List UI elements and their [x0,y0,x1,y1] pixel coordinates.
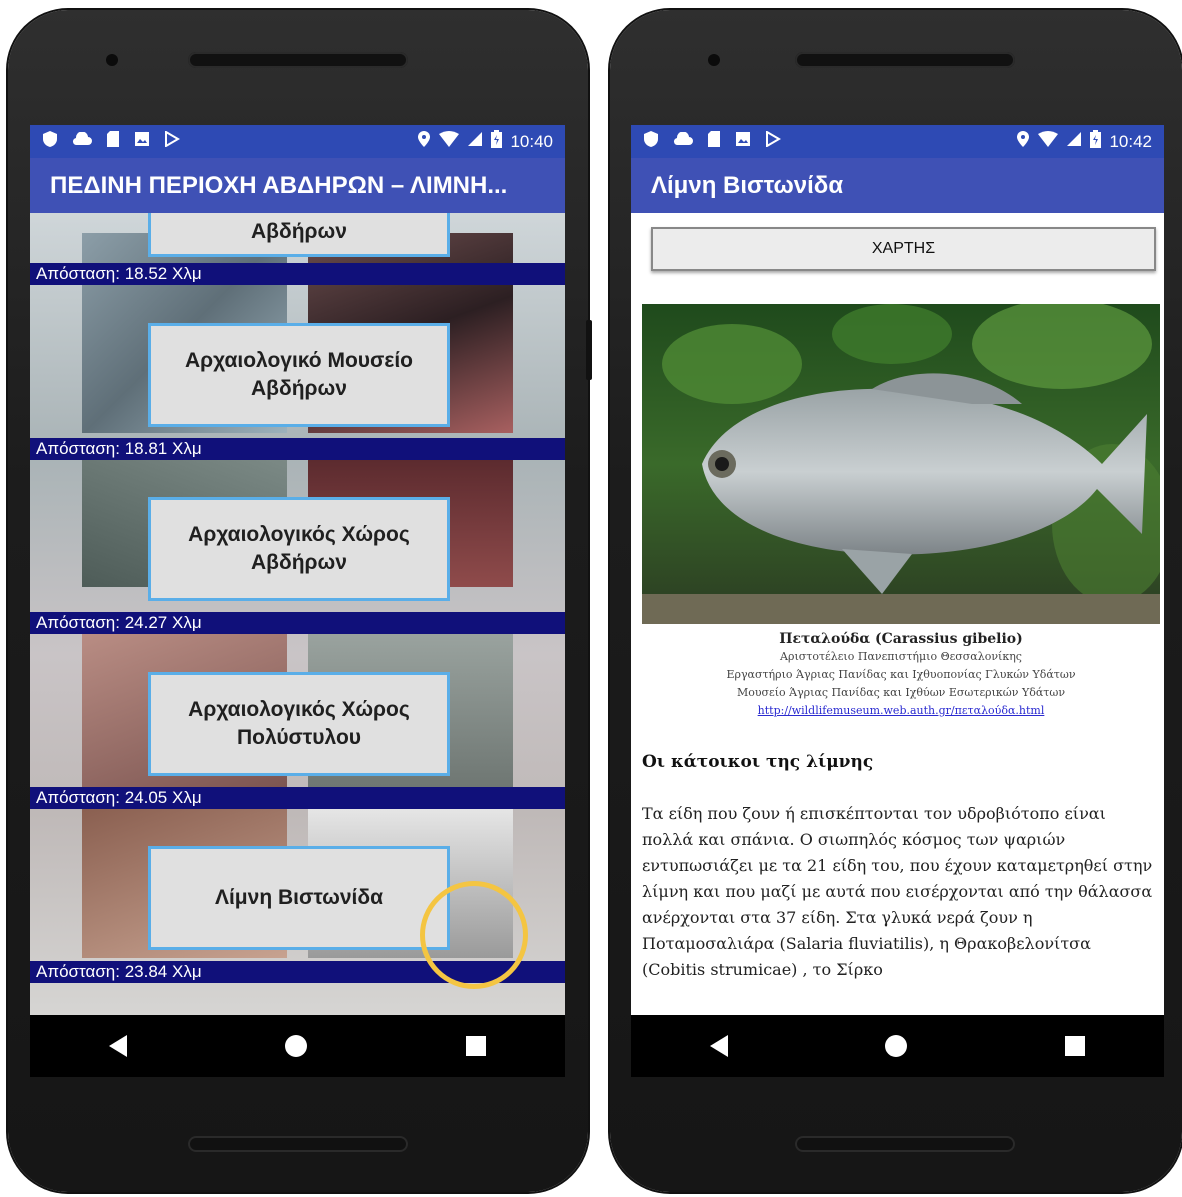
play-store-icon [765,130,781,152]
status-bar: 10:42 [631,125,1164,158]
cloud-icon [673,131,693,151]
earpiece-speaker [795,52,1015,68]
fish-photo [642,304,1160,624]
sd-card-icon [707,130,721,153]
detail-content[interactable]: ΧΑΡΤΗΣ Πεταλούδα (Carassius gibelio) Αρι… [631,213,1164,1015]
screen-right: 10:42 Λίμνη Βιστωνίδα ΧΑΡΤΗΣ Πεταλούδα (… [631,125,1164,1077]
back-icon[interactable] [109,1035,128,1057]
phone-frame-right: 10:42 Λίμνη Βιστωνίδα ΧΑΡΤΗΣ Πεταλούδα (… [610,10,1182,1192]
front-camera [106,54,118,66]
place-button-lake-vistonida[interactable]: Λίμνη Βιστωνίδα [148,846,450,950]
photo-icon [735,131,751,152]
signal-icon [467,131,483,152]
earpiece-speaker [188,52,408,68]
wifi-icon [1038,131,1059,152]
home-icon[interactable] [885,1035,908,1057]
location-icon [417,130,431,153]
body-paragraph: Τα είδη που ζουν ή επισκέπτονται τον υδρ… [642,804,1153,979]
place-button-archaeological-site-polystylo[interactable]: Αρχαιολογικός Χώρος Πολύστυλου [148,672,450,776]
distance-label: Απόσταση: 18.52 Χλμ [30,263,565,285]
signal-icon [1066,131,1082,152]
distance-label: Απόσταση: 18.81 Χλμ [30,438,565,460]
recents-icon[interactable] [1065,1036,1086,1056]
cloud-icon [72,131,92,151]
photo-caption: Πεταλούδα (Carassius gibelio) Αριστοτέλε… [631,630,1164,720]
place-button-label: Αρχαιολογικό Μουσείο Αβδήρων [184,349,414,400]
front-camera [708,54,720,66]
photo-icon [134,131,150,152]
distance-label: Απόσταση: 24.05 Χλμ [30,787,565,809]
navigation-bar [631,1015,1164,1077]
app-bar: ΠΕΔΙΝΗ ΠΕΡΙΟΧΗ ΑΒΔΗΡΩΝ – ΛΙΜΝΗ... [30,158,565,213]
caption-line: Αριστοτέλειο Πανεπιστήμιο Θεσσαλονίκης [780,650,1022,663]
status-time: 10:42 [1109,131,1152,151]
place-button-label: Λίμνη Βιστωνίδα [214,886,384,909]
place-button-label: Αβδήρων [251,220,347,243]
battery-icon [1090,130,1102,153]
play-store-icon [164,130,180,152]
home-icon[interactable] [285,1035,308,1057]
section-title: Οι κάτοικοι της λίμνης [642,752,874,772]
place-button-label: Αρχαιολογικός Χώρος Αβδήρων [188,523,410,574]
shield-icon [42,130,58,153]
app-title: ΠΕΔΙΝΗ ΠΕΡΙΟΧΗ ΑΒΔΗΡΩΝ – ΛΙΜΝΗ... [50,171,508,199]
caption-title: Πεταλούδα (Carassius gibelio) [779,631,1023,647]
back-icon[interactable] [709,1035,728,1057]
shield-icon [643,130,659,153]
recents-icon[interactable] [465,1036,486,1056]
caption-line: Εργαστήριο Άγριας Πανίδας και Ιχθυοπονία… [726,668,1076,681]
power-button [586,320,592,380]
status-time: 10:40 [510,131,553,151]
map-button[interactable]: ΧΑΡΤΗΣ [651,227,1156,271]
caption-line: Μουσείο Άγριας Πανίδας και Ιχθύων Εσωτερ… [736,686,1066,699]
caption-link[interactable]: http://wildlifemuseum.web.auth.gr/πεταλο… [631,702,1164,720]
tap-highlight-circle [420,881,528,989]
app-bar: Λίμνη Βιστωνίδα [631,158,1164,213]
wifi-icon [439,131,460,152]
bottom-speaker [795,1136,1015,1152]
app-title: Λίμνη Βιστωνίδα [651,171,844,199]
place-button-archaeological-site-abdera[interactable]: Αρχαιολογικός Χώρος Αβδήρων [148,497,450,601]
location-icon [1016,130,1030,153]
navigation-bar [30,1015,565,1077]
sd-card-icon [106,130,120,153]
battery-icon [491,130,503,153]
place-button-archaeological-museum[interactable]: Αρχαιολογικό Μουσείο Αβδήρων [148,323,450,427]
distance-label: Απόσταση: 24.27 Χλμ [30,612,565,634]
status-bar: 10:40 [30,125,565,158]
phone-frame-left: 10:40 ΠΕΔΙΝΗ ΠΕΡΙΟΧΗ ΑΒΔΗΡΩΝ – ΛΙΜΝΗ... … [8,10,592,1192]
place-button-label: Αρχαιολογικός Χώρος Πολύστυλου [188,698,410,749]
place-button-abdera-partial[interactable]: Αβδήρων [148,213,450,257]
bottom-speaker [188,1136,408,1152]
